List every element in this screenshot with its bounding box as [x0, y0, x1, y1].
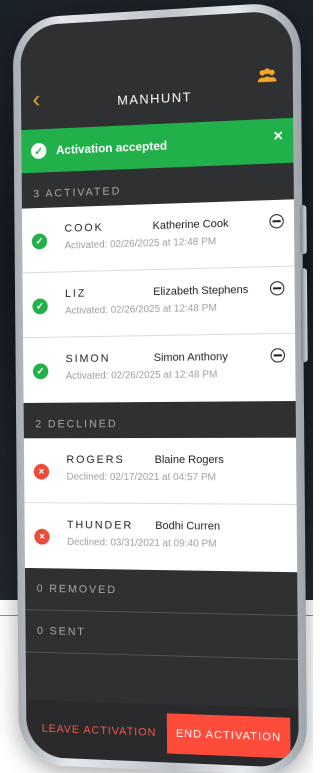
activation-status-line: Activated: 02/26/2025 at 12:48 PM: [65, 234, 282, 251]
activated-list: ✓ COOK Katherine Cook Activated: 02/26/2…: [22, 199, 296, 403]
timestamp: 02/26/2025 at 12:48 PM: [110, 236, 216, 250]
people-icon[interactable]: [256, 66, 279, 85]
leave-activation-button[interactable]: LEAVE ACTIVATION: [42, 723, 157, 739]
end-activation-button[interactable]: END ACTIVATION: [167, 713, 291, 758]
callsign-label: COOK: [64, 220, 144, 234]
close-circle-icon: ×: [34, 529, 50, 545]
close-icon[interactable]: ×: [273, 128, 283, 145]
status-label: Activated:: [66, 371, 109, 382]
check-circle-icon: ✓: [33, 363, 49, 379]
status-label: Activated:: [65, 305, 108, 317]
activation-status-line: Activated: 02/26/2025 at 12:48 PM: [66, 369, 283, 382]
list-item[interactable]: × THUNDER Bodhi Curren Declined: 03/31/2…: [24, 503, 297, 572]
declined-list: × ROGERS Blaine Rogers Declined: 02/17/2…: [24, 438, 297, 573]
timestamp: 02/17/2021 at 04:57 PM: [110, 472, 216, 483]
phone-device: ‹ MANHUNT ✓ Activation accepted × 3 ACTI…: [13, 1, 308, 773]
check-circle-icon: ✓: [31, 143, 47, 159]
removed-section-heading: 0 REMOVED: [25, 568, 298, 616]
decline-status-line: Declined: 02/17/2021 at 04:57 PM: [67, 472, 284, 484]
declined-section-heading: 2 DECLINED: [24, 401, 296, 438]
banner-text: Activation accepted: [56, 139, 167, 158]
timestamp: 02/26/2025 at 12:48 PM: [111, 303, 217, 316]
status-label: Activated:: [65, 239, 108, 251]
page-title: MANHUNT: [117, 89, 192, 108]
list-item[interactable]: × ROGERS Blaine Rogers Declined: 02/17/2…: [24, 438, 297, 505]
callsign-label: SIMON: [66, 352, 146, 365]
callsign-label: THUNDER: [67, 519, 147, 532]
status-label: Declined:: [67, 537, 108, 548]
action-footer: LEAVE ACTIVATION END ACTIVATION: [26, 700, 299, 768]
person-name: Elizabeth Stephens: [153, 284, 248, 298]
sent-section-heading: 0 SENT: [25, 610, 298, 660]
list-item[interactable]: ✓ LIZ Elizabeth Stephens Activated: 02/2…: [23, 267, 296, 339]
phone-screen: ‹ MANHUNT ✓ Activation accepted × 3 ACTI…: [20, 10, 298, 768]
callsign-label: LIZ: [65, 286, 145, 300]
person-name: Bodhi Curren: [155, 520, 220, 533]
screenshot-stage: ‹ MANHUNT ✓ Activation accepted × 3 ACTI…: [0, 0, 313, 773]
person-name: Blaine Rogers: [155, 454, 224, 466]
status-label: Declined:: [67, 472, 108, 483]
chevron-left-icon[interactable]: ‹: [32, 88, 40, 112]
decline-status-line: Declined: 03/31/2021 at 09:40 PM: [67, 537, 285, 551]
check-circle-icon: ✓: [32, 233, 48, 249]
phone-side-button: [301, 268, 308, 362]
callsign-label: ROGERS: [66, 454, 146, 466]
check-circle-icon: ✓: [32, 298, 48, 314]
timestamp: 02/26/2025 at 12:48 PM: [111, 369, 217, 381]
person-name: Simon Anthony: [154, 351, 228, 364]
phone-side-button: [300, 205, 307, 254]
timestamp: 03/31/2021 at 09:40 PM: [110, 537, 216, 549]
list-item[interactable]: ✓ SIMON Simon Anthony Activated: 02/26/2…: [23, 334, 296, 403]
activation-status-line: Activated: 02/26/2025 at 12:48 PM: [65, 301, 282, 316]
remove-icon[interactable]: [271, 348, 285, 362]
person-name: Katherine Cook: [153, 218, 229, 232]
list-item[interactable]: ✓ COOK Katherine Cook Activated: 02/26/2…: [22, 199, 295, 273]
close-circle-icon: ×: [34, 464, 50, 480]
